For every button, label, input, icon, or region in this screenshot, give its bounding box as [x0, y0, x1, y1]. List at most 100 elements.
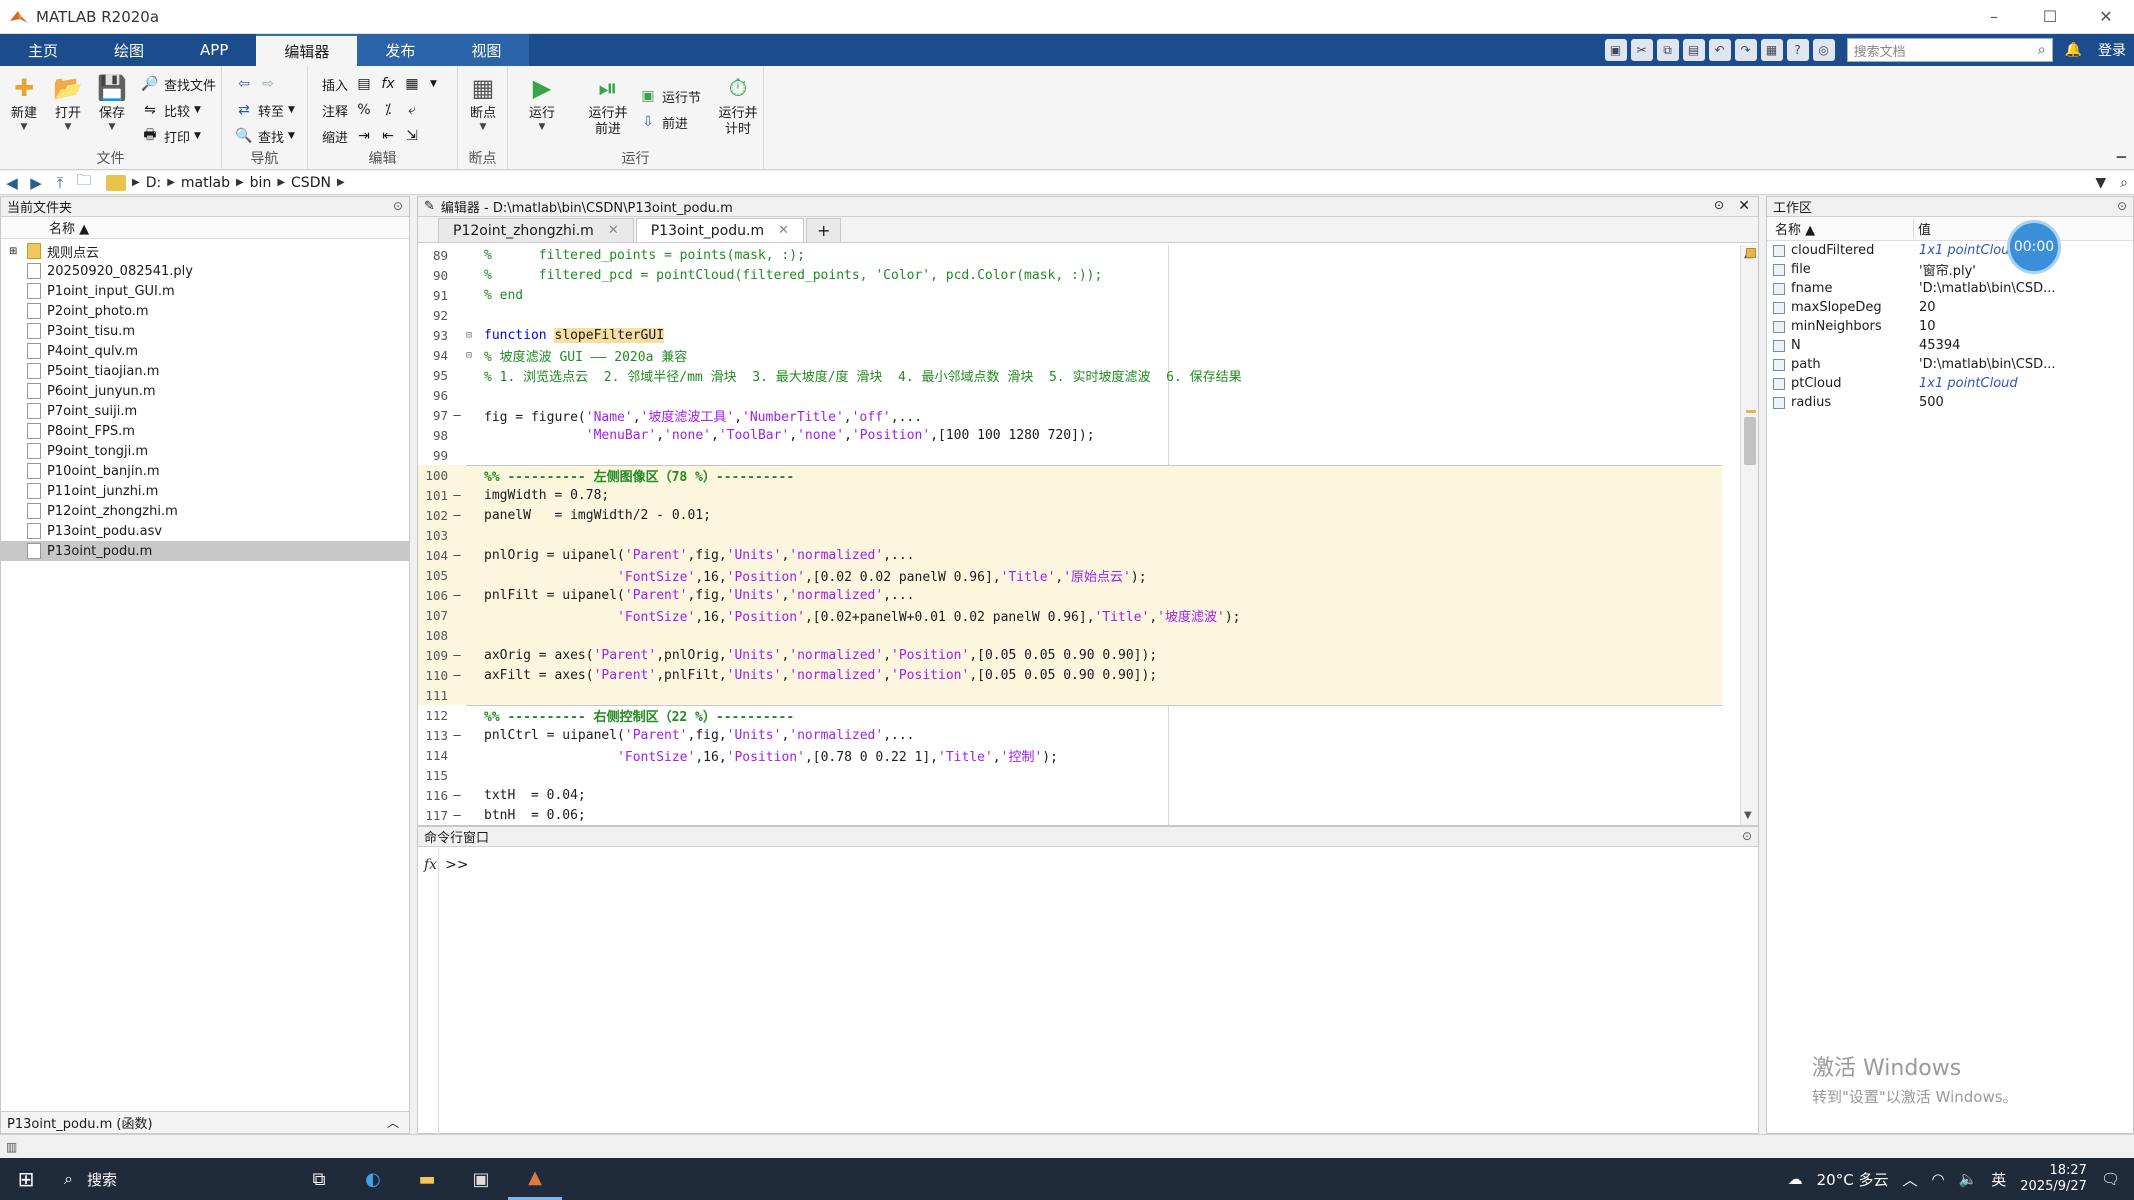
workspace-variable-row[interactable]: maxSlopeDeg 20	[1767, 298, 2133, 317]
address-dropdown-icon[interactable]: ▼	[2095, 175, 2106, 191]
crumb-bin[interactable]: bin	[250, 175, 272, 191]
tab-apps[interactable]: APP	[172, 34, 256, 66]
code-line[interactable]: 104– pnlOrig = uipanel('Parent',fig,'Unit…	[418, 545, 1722, 565]
clock[interactable]: 18:27 2025/9/27	[2020, 1163, 2087, 1195]
breakpoint-gutter[interactable]: –	[448, 408, 466, 422]
workspace-variable-row[interactable]: path 'D:\matlab\bin\CSD...	[1767, 355, 2133, 374]
help-icon[interactable]: ?	[1786, 39, 1809, 61]
file-item[interactable]: P8oint_FPS.m	[1, 421, 409, 441]
file-item[interactable]: ⊞ 规则点云	[1, 241, 409, 261]
editor-close-icon[interactable]: ✕	[1738, 198, 1750, 214]
code-line[interactable]: 115	[418, 765, 1722, 785]
network-icon[interactable]: ◠	[1931, 1170, 1944, 1188]
code-line[interactable]: 91 % end	[418, 285, 1722, 305]
workspace-variable-row[interactable]: radius 500	[1767, 393, 2133, 412]
crumb-drive[interactable]: D:	[146, 175, 162, 191]
notification-center-icon[interactable]: 🗨	[2101, 1170, 2120, 1188]
pycharm-icon[interactable]: ▣	[454, 1158, 508, 1200]
breakpoint-gutter[interactable]: –	[448, 588, 466, 602]
breakpoints-button[interactable]: ▦ 断点 ▼	[461, 72, 505, 132]
breakpoint-gutter[interactable]: –	[448, 668, 466, 682]
find-files-button[interactable]: 🔎 查找文件	[140, 72, 216, 96]
compare-button[interactable]: ⇋ 比较 ▼	[140, 98, 201, 122]
file-item[interactable]: P13oint_podu.asv	[1, 521, 409, 541]
workspace-variable-row[interactable]: file '窗帘.ply'	[1767, 260, 2133, 279]
open-button[interactable]: 📂 打开 ▼	[46, 72, 90, 132]
code-line[interactable]: 114 'FontSize',16,'Position',[0.78 0 0.2…	[418, 745, 1722, 765]
file-item[interactable]: P5oint_tiaojian.m	[1, 361, 409, 381]
find-button[interactable]: 🔍 查找 ▼	[234, 124, 295, 148]
tab-view[interactable]: 视图	[443, 34, 530, 66]
code-line[interactable]: 96	[418, 385, 1722, 405]
search-docs-input[interactable]: 搜索文档 ⌕	[1846, 38, 2053, 62]
paste-icon[interactable]: ▤	[1682, 39, 1705, 61]
cut-icon[interactable]: ✂	[1630, 39, 1653, 61]
collapse-ribbon-icon[interactable]: ▁	[2117, 144, 2126, 158]
run-and-advance-button[interactable]: ⏯ 运行并 前进	[582, 72, 634, 138]
undo-icon[interactable]: ↶	[1708, 39, 1731, 61]
file-item[interactable]: P9oint_tongji.m	[1, 441, 409, 461]
command-prompt[interactable]: fx >>	[424, 857, 469, 873]
file-item[interactable]: P1oint_input_GUI.m	[1, 281, 409, 301]
scroll-thumb[interactable]	[1744, 417, 1756, 465]
community-icon[interactable]: ◎	[1812, 39, 1835, 61]
edge-browser-icon[interactable]: ◐	[346, 1158, 400, 1200]
login-link[interactable]: 登录	[2098, 40, 2126, 60]
maximize-button[interactable]: ☐	[2022, 0, 2078, 34]
code-line[interactable]: 110– axFilt = axes('Parent',pnlFilt,'Unit…	[418, 665, 1722, 685]
close-tab-icon[interactable]: ✕	[608, 223, 619, 238]
code-line[interactable]: 108	[418, 625, 1722, 645]
column-value[interactable]: 值	[1913, 219, 1931, 238]
task-view-icon[interactable]: ⧉	[292, 1158, 346, 1200]
tab-plots[interactable]: 绘图	[86, 34, 172, 66]
workspace-variable-row[interactable]: N 45394	[1767, 336, 2133, 355]
file-explorer-icon[interactable]: ▬	[400, 1158, 454, 1200]
recording-timer-badge[interactable]: 00:00	[2007, 220, 2061, 274]
file-item[interactable]: P10oint_banjin.m	[1, 461, 409, 481]
redo-icon[interactable]: ↷	[1734, 39, 1757, 61]
code-line[interactable]: 99	[418, 445, 1722, 465]
workspace-variable-row[interactable]: fname 'D:\matlab\bin\CSD...	[1767, 279, 2133, 298]
address-search-icon[interactable]: ⌕	[2120, 175, 2128, 191]
code-line[interactable]: 90 % filtered_pcd = pointCloud(filtered_p…	[418, 265, 1722, 285]
advance-button[interactable]: ⇩ 前进	[638, 110, 688, 134]
nav-back-icon[interactable]: ◀	[0, 174, 24, 192]
start-button[interactable]: ⊞	[0, 1167, 52, 1191]
code-line[interactable]: 107 'FontSize',16,'Position',[0.02+panel…	[418, 605, 1722, 625]
code-line[interactable]: 101– imgWidth = 0.78;	[418, 485, 1722, 505]
code-line[interactable]: 100 %% ---------- 左侧图像区（78 %）----------	[418, 465, 1722, 485]
code-area[interactable]: 89 % filtered_points = points(mask, :); 90…	[418, 245, 1742, 825]
breakpoint-gutter[interactable]: –	[448, 808, 466, 822]
file-item[interactable]: P2oint_photo.m	[1, 301, 409, 321]
insert-button[interactable]: 插入 ▤ fx ▦ ▼	[322, 72, 437, 96]
print-button[interactable]: 🖶 打印 ▼	[140, 124, 201, 148]
browse-folder-icon[interactable]: 🗀	[72, 170, 96, 195]
file-item[interactable]: P11oint_junzhi.m	[1, 481, 409, 501]
function-browser-icon[interactable]: fx	[424, 857, 437, 873]
nav-up-folder-icon[interactable]: ⤒	[48, 174, 72, 192]
indent-button[interactable]: 缩进 ⇥ ⇤ ⇲	[322, 124, 426, 148]
code-line[interactable]: 94 ⊟ % 坡度滤波 GUI —— 2020a 兼容	[418, 345, 1722, 365]
code-analyzer-marker[interactable]	[1746, 410, 1756, 413]
file-item[interactable]: P7oint_suiji.m	[1, 401, 409, 421]
save-button[interactable]: 💾 保存 ▼	[90, 72, 134, 132]
code-line[interactable]: 116– txtH = 0.04;	[418, 785, 1722, 805]
editor-scrollbar[interactable]: ▲ ▼	[1740, 245, 1758, 825]
code-line[interactable]: 89 % filtered_points = points(mask, :);	[418, 245, 1722, 265]
file-item[interactable]: P6oint_junyun.m	[1, 381, 409, 401]
file-item[interactable]: P4oint_qulv.m	[1, 341, 409, 361]
save-quick-icon[interactable]: ▣	[1604, 39, 1627, 61]
breakpoint-gutter[interactable]: –	[448, 728, 466, 742]
expand-folder-icon[interactable]: ⊞	[9, 246, 17, 257]
breakpoint-gutter[interactable]: –	[448, 648, 466, 662]
run-section-button[interactable]: ▣ 运行节	[638, 84, 701, 108]
command-menu-icon[interactable]: ⊙	[1742, 829, 1752, 843]
code-line[interactable]: 106– pnlFilt = uipanel('Parent',fig,'Unit…	[418, 585, 1722, 605]
fold-toggle-icon[interactable]: ⊟	[466, 350, 480, 361]
code-line[interactable]: 92	[418, 305, 1722, 325]
new-tab-button[interactable]: +	[806, 218, 842, 242]
tab-home[interactable]: 主页	[0, 34, 86, 66]
code-line[interactable]: 117– btnH = 0.06;	[418, 805, 1722, 825]
taskbar-search[interactable]: ⌕ 搜索	[52, 1158, 292, 1200]
notification-bell-icon[interactable]: 🔔	[2065, 42, 2082, 58]
